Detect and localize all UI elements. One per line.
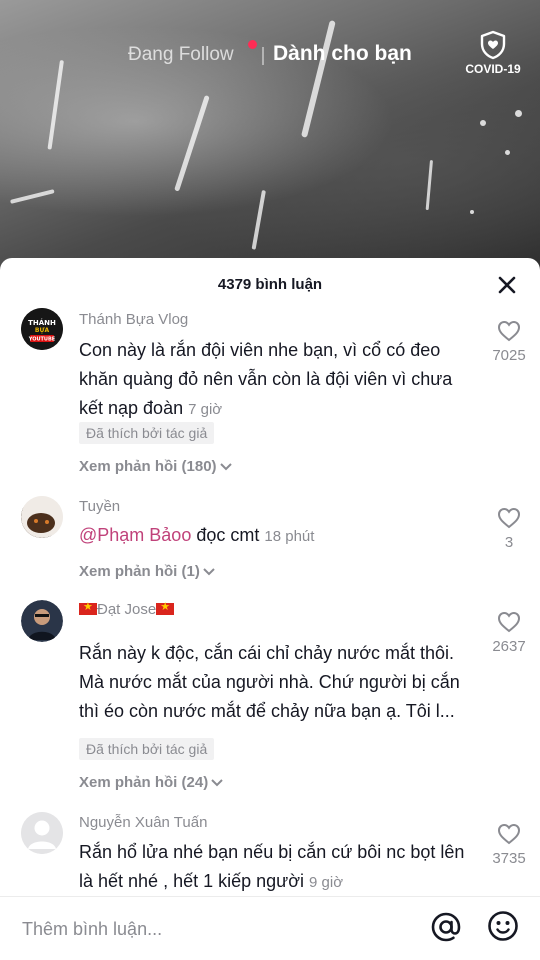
rain-drop <box>505 150 510 155</box>
comments-sheet: 4379 bình luận THÁNH BỰA YOUTUBE Thánh B… <box>0 258 540 960</box>
heart-outline-icon <box>497 823 521 845</box>
channel-logo-icon: THÁNH BỰA YOUTUBE <box>21 308 63 350</box>
comments-header: 4379 bình luận <box>0 258 540 310</box>
chevron-down-icon <box>203 568 215 576</box>
liked-by-creator-badge: Đã thích bởi tác giả <box>79 422 215 444</box>
comment-text: Rắn hổ lửa nhé bạn nếu bị cắn cứ bôi nc … <box>79 838 474 897</box>
comment-author[interactable]: Nguyễn Xuân Tuấn <box>79 814 207 831</box>
comment-author[interactable]: Tuyền <box>79 498 120 515</box>
tab-following[interactable]: Đang Follow <box>128 44 234 66</box>
comment-body: Con này là rắn đội viên nhe bạn, vì cổ c… <box>79 340 453 418</box>
comment-body: Rắn này k độc, cắn cái chỉ chảy nước mắt… <box>79 643 460 721</box>
covid-label: COVID-19 <box>465 62 521 76</box>
rain-streak <box>10 189 55 204</box>
view-replies-label: Xem phản hồi (24) <box>79 774 209 791</box>
covid-button[interactable]: COVID-19 <box>462 30 524 76</box>
rain-drop <box>480 120 486 126</box>
avatar[interactable] <box>21 600 63 642</box>
heart-outline-icon <box>497 611 521 633</box>
like-button[interactable]: 3 <box>488 507 530 551</box>
like-count: 2637 <box>492 638 526 655</box>
comment-text: @Phạm Bảoo đọc cmt 18 phút <box>79 521 474 551</box>
view-replies-button[interactable]: Xem phản hồi (24) <box>79 774 224 791</box>
rain-streak <box>425 160 433 211</box>
like-count: 7025 <box>492 347 526 364</box>
view-replies-button[interactable]: Xem phản hồi (180) <box>79 458 233 475</box>
author-name: Đạt Jose <box>97 601 157 618</box>
avatar[interactable] <box>21 812 63 854</box>
pet-photo-icon <box>21 496 63 538</box>
rain-streak <box>251 190 266 250</box>
comment-input[interactable]: Thêm bình luận... <box>22 919 162 940</box>
comment-input-bar: Thêm bình luận... <box>0 896 540 960</box>
comments-count-title: 4379 bình luận <box>217 276 323 293</box>
mention-link[interactable]: @Phạm Bảoo <box>79 525 191 545</box>
live-indicator-dot <box>248 40 257 49</box>
chevron-down-icon <box>211 779 223 787</box>
smiley-icon[interactable] <box>487 910 519 942</box>
user-photo-icon <box>21 600 63 642</box>
svg-text:YOUTUBE: YOUTUBE <box>28 337 56 343</box>
avatar[interactable]: THÁNH BỰA YOUTUBE <box>21 308 63 350</box>
comment-body: đọc cmt <box>191 525 260 545</box>
chevron-down-icon <box>219 463 232 471</box>
comment-time: 18 phút <box>264 528 315 545</box>
tab-for-you[interactable]: Dành cho bạn <box>273 42 412 66</box>
heart-outline-icon <box>497 320 521 342</box>
at-sign-icon[interactable] <box>430 911 462 943</box>
like-button[interactable]: 2637 <box>488 611 530 655</box>
view-replies-button[interactable]: Xem phản hồi (1) <box>79 563 216 580</box>
shield-heart-icon <box>480 30 506 60</box>
liked-by-creator-badge: Đã thích bởi tác giả <box>79 738 215 760</box>
rain-drop <box>470 210 474 214</box>
like-count: 3 <box>504 534 514 551</box>
comment-text: Con này là rắn đội viên nhe bạn, vì cổ c… <box>79 336 474 424</box>
default-avatar-icon <box>21 812 63 854</box>
like-button[interactable]: 3735 <box>488 823 530 867</box>
top-nav: Đang Follow Dành cho bạn COVID-19 <box>0 30 540 76</box>
heart-outline-icon <box>497 507 521 529</box>
svg-text:BỰA: BỰA <box>35 327 50 334</box>
like-button[interactable]: 7025 <box>488 320 530 364</box>
comment-author[interactable]: Đạt Jose <box>79 600 175 618</box>
comment-body: Rắn hổ lửa nhé bạn nếu bị cắn cứ bôi nc … <box>79 842 465 891</box>
view-replies-label: Xem phản hồi (1) <box>79 563 200 580</box>
vietnam-flag-icon <box>156 600 175 615</box>
avatar[interactable] <box>21 496 63 538</box>
nav-divider <box>262 47 264 65</box>
vietnam-flag-icon <box>79 600 97 615</box>
comment-author[interactable]: Thánh Bựa Vlog <box>79 311 188 328</box>
svg-text:THÁNH: THÁNH <box>28 318 56 327</box>
rain-streak <box>174 95 210 192</box>
comment-time: 7 giờ <box>188 401 223 418</box>
video-background[interactable]: Đang Follow Dành cho bạn COVID-19 <box>0 0 540 270</box>
comment-text: Rắn này k độc, cắn cái chỉ chảy nước mắt… <box>79 639 474 726</box>
rain-drop <box>515 110 522 117</box>
like-count: 3735 <box>492 850 526 867</box>
comment-time: 9 giờ <box>309 874 344 891</box>
view-replies-label: Xem phản hồi (180) <box>79 458 217 475</box>
close-icon[interactable] <box>496 274 518 296</box>
